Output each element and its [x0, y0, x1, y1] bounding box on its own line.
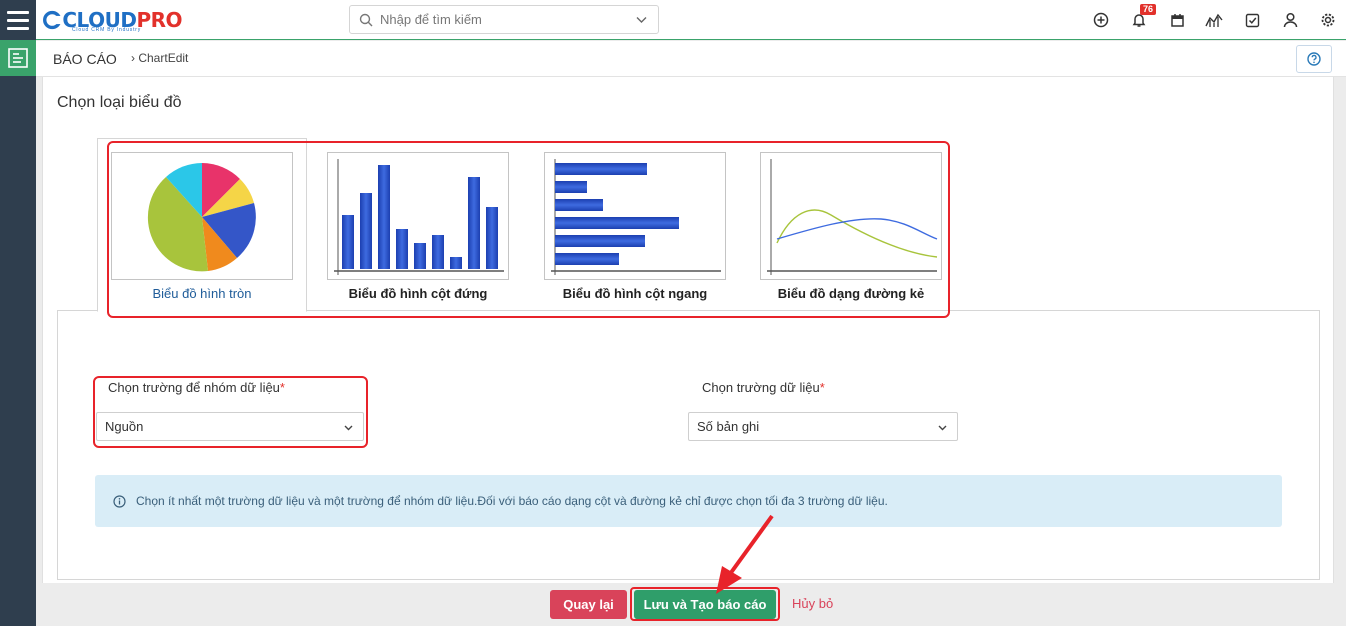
calendar-icon[interactable] — [1167, 10, 1187, 30]
help-button[interactable] — [1296, 45, 1332, 73]
info-alert: Chọn ít nhất một trường dữ liệu và một t… — [95, 475, 1282, 527]
search-icon — [359, 13, 373, 26]
search-input[interactable] — [380, 12, 620, 27]
chevron-down-icon[interactable] — [635, 13, 648, 26]
user-icon[interactable] — [1280, 10, 1300, 30]
data-field-value: Số bản ghi — [697, 419, 760, 434]
group-field-highlight — [93, 376, 368, 448]
info-text: Chọn ít nhất một trường dữ liệu và một t… — [136, 494, 888, 508]
global-search[interactable] — [349, 5, 659, 34]
chart-types-highlight — [107, 141, 950, 318]
data-field-label: Chọn trường dữ liệu* — [702, 380, 825, 395]
top-header: CLOUDPRO Cloud CRM By Industry 76 — [0, 0, 1346, 40]
breadcrumb: BÁO CÁO › ChartEdit — [36, 41, 1346, 77]
chevron-right-icon: › — [131, 51, 135, 65]
section-title: Chọn loại biểu đồ — [57, 94, 182, 111]
help-icon — [1307, 52, 1321, 66]
info-icon — [113, 494, 126, 508]
add-circle-icon[interactable] — [1091, 10, 1111, 30]
breadcrumb-root[interactable]: BÁO CÁO — [53, 51, 117, 67]
cancel-link[interactable]: Hủy bỏ — [792, 596, 833, 611]
back-button[interactable]: Quay lại — [550, 590, 627, 619]
app-logo[interactable]: CLOUDPRO Cloud CRM By Industry — [42, 4, 182, 36]
annotation-arrow-icon — [716, 514, 774, 594]
menu-icon[interactable] — [0, 0, 36, 40]
logo-tagline: Cloud CRM By Industry — [72, 27, 142, 33]
gear-icon[interactable] — [1318, 10, 1338, 30]
notification-badge: 76 — [1140, 4, 1157, 15]
task-check-icon[interactable] — [1242, 10, 1262, 30]
left-sidebar — [0, 40, 36, 626]
sidebar-item-reports[interactable] — [0, 40, 36, 76]
report-list-icon — [8, 48, 28, 68]
breadcrumb-current-label: ChartEdit — [138, 51, 189, 65]
data-field-select[interactable]: Số bản ghi — [688, 412, 958, 441]
analytics-icon[interactable] — [1204, 10, 1224, 30]
breadcrumb-current: › ChartEdit — [131, 51, 188, 65]
cloud-logo-icon — [43, 10, 63, 30]
chevron-down-icon — [938, 425, 947, 431]
